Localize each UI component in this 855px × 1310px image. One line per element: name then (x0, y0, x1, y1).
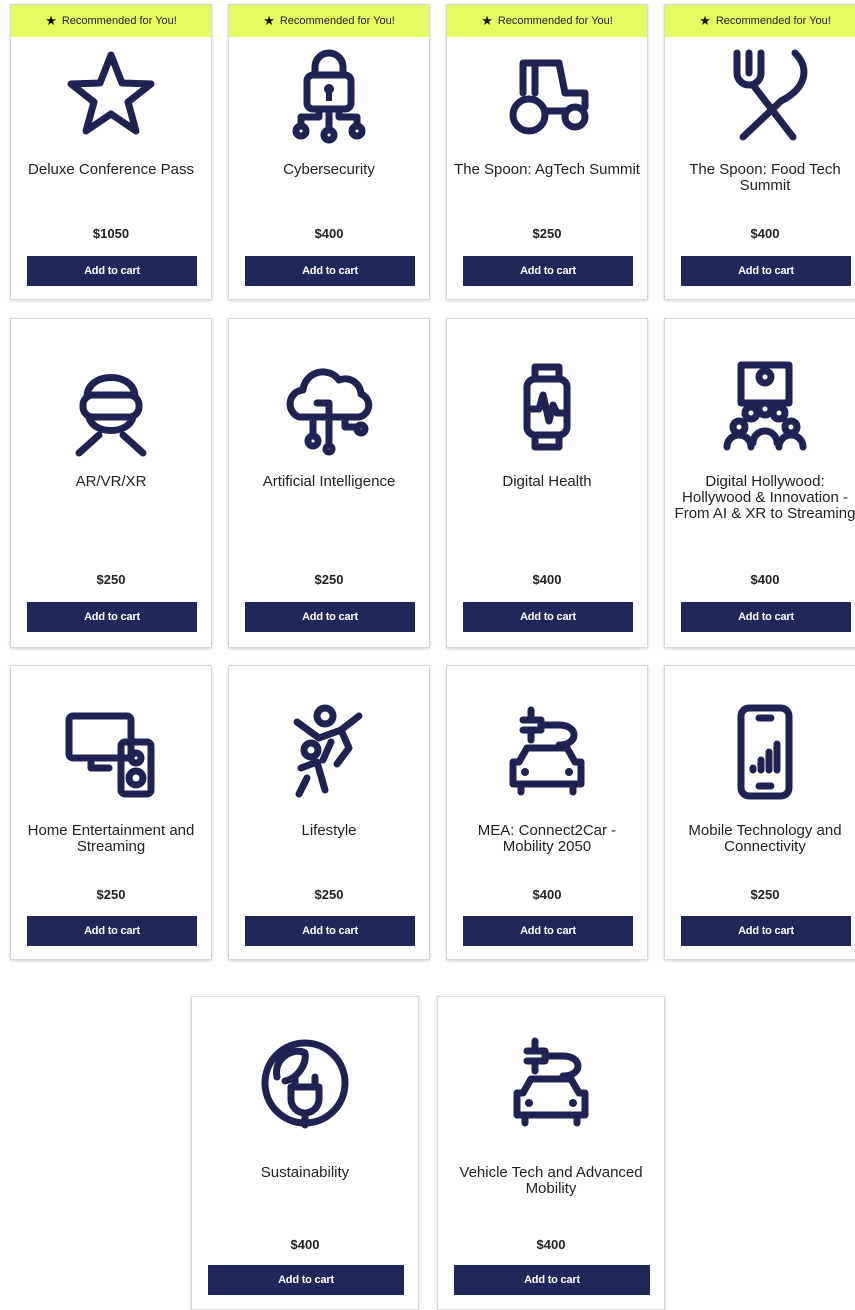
recommended-label: Recommended for You! (279, 15, 395, 27)
product-title: Mobile Technology and Connectivity (688, 822, 842, 855)
product-price: $400 (532, 572, 562, 587)
product-card: Vehicle Tech and Advanced Mobility $400 Ad… (437, 996, 665, 1310)
add-to-cart-button[interactable]: Add to cart (463, 602, 633, 632)
product-title: Digital Hollywood: Hollywood & Innovatio… (674, 473, 855, 522)
product-card: ★ Recommended for You! The Spoon: Food Tec… (664, 4, 855, 300)
product-title: Vehicle Tech and Advanced Mobility (459, 1164, 643, 1197)
add-to-cart-button[interactable]: Add to cart (681, 916, 851, 946)
recommended-banner: ★ Recommended for You! (665, 5, 855, 37)
audience-screen-icon (715, 357, 815, 457)
vr-headset-person-icon (61, 357, 161, 457)
electric-car-icon (497, 702, 597, 802)
add-to-cart-button[interactable]: Add to cart (463, 916, 633, 946)
product-card: Home Entertainment and Streaming $250 Add … (10, 665, 212, 960)
add-to-cart-button[interactable]: Add to cart (27, 916, 197, 946)
recommended-label: Recommended for You! (715, 15, 831, 27)
product-price: $250 (750, 887, 780, 902)
product-card: Digital Hollywood: Hollywood & Innovatio… (664, 318, 855, 648)
product-title: The Spoon: AgTech Summit (454, 161, 640, 178)
product-title: The Spoon: Food Tech Summit (689, 161, 841, 194)
product-title: Deluxe Conference Pass (28, 161, 194, 178)
product-title: Cybersecurity (283, 161, 375, 178)
product-price: $400 (290, 1237, 320, 1252)
recommended-label: Recommended for You! (497, 15, 613, 27)
product-card: ★ Recommended for You! Deluxe Conference P… (10, 4, 212, 300)
product-card: ★ Recommended for You! The Spoon: AgTech S… (446, 4, 648, 300)
recommended-label: Recommended for You! (61, 15, 177, 27)
add-to-cart-button[interactable]: Add to cart (245, 916, 415, 946)
star-icon: ★ (45, 13, 57, 28)
product-card: Lifestyle $250 Add to cart (228, 665, 430, 960)
recommended-banner: ★ Recommended for You! (447, 5, 647, 37)
product-card: Artificial Intelligence $250 Add to cart (228, 318, 430, 648)
add-to-cart-button[interactable]: Add to cart (245, 256, 415, 286)
recommended-banner: ★ Recommended for You! (11, 5, 211, 37)
product-title: AR/VR/XR (75, 473, 147, 490)
add-to-cart-button[interactable]: Add to cart (681, 602, 851, 632)
padlock-network-icon (279, 45, 379, 145)
product-price: $1050 (92, 226, 130, 241)
product-card: Digital Health $400 Add to cart (446, 318, 648, 648)
product-price: $400 (536, 1237, 566, 1252)
product-price: $250 (96, 887, 126, 902)
fork-knife-icon (715, 45, 815, 145)
product-title: Digital Health (502, 473, 592, 490)
product-price: $250 (314, 572, 344, 587)
product-title: MEA: Connect2Car - Mobility 2050 (477, 822, 617, 855)
add-to-cart-button[interactable]: Add to cart (245, 602, 415, 632)
product-card: MEA: Connect2Car - Mobility 2050 $400 Add … (446, 665, 648, 960)
monitor-speaker-icon (61, 702, 161, 802)
people-celebrating-icon (279, 702, 379, 802)
star-icon: ★ (481, 13, 493, 28)
star-icon: ★ (263, 13, 275, 28)
tractor-icon (497, 45, 597, 145)
product-price: $400 (314, 226, 344, 241)
smartphone-signal-icon (715, 702, 815, 802)
add-to-cart-button[interactable]: Add to cart (27, 256, 197, 286)
product-price: $400 (532, 887, 562, 902)
add-to-cart-button[interactable]: Add to cart (454, 1265, 650, 1295)
cloud-circuit-icon (279, 357, 379, 457)
star-icon: ★ (699, 13, 711, 28)
product-card: Mobile Technology and Connectivity $250 Ad… (664, 665, 855, 960)
product-title: Artificial Intelligence (262, 473, 396, 490)
product-card: ★ Recommended for You! Cybersecurity $400 Ad… (228, 4, 430, 300)
product-card: Sustainability $400 Add to cart (191, 996, 419, 1310)
leaf-plug-icon (255, 1033, 355, 1133)
add-to-cart-button[interactable]: Add to cart (463, 256, 633, 286)
product-price: $250 (96, 572, 126, 587)
product-title: Sustainability (260, 1164, 350, 1181)
product-price: $400 (750, 572, 780, 587)
add-to-cart-button[interactable]: Add to cart (208, 1265, 404, 1295)
add-to-cart-button[interactable]: Add to cart (27, 602, 197, 632)
product-title: Lifestyle (301, 822, 357, 839)
product-title: Home Entertainment and Streaming (27, 822, 195, 855)
smartwatch-heartbeat-icon (497, 357, 597, 457)
add-to-cart-button[interactable]: Add to cart (681, 256, 851, 286)
product-price: $400 (750, 226, 780, 241)
electric-car-icon (501, 1033, 601, 1133)
star-icon (61, 45, 161, 145)
product-price: $250 (532, 226, 562, 241)
recommended-banner: ★ Recommended for You! (229, 5, 429, 37)
product-card: AR/VR/XR $250 Add to cart (10, 318, 212, 648)
product-price: $250 (314, 887, 344, 902)
